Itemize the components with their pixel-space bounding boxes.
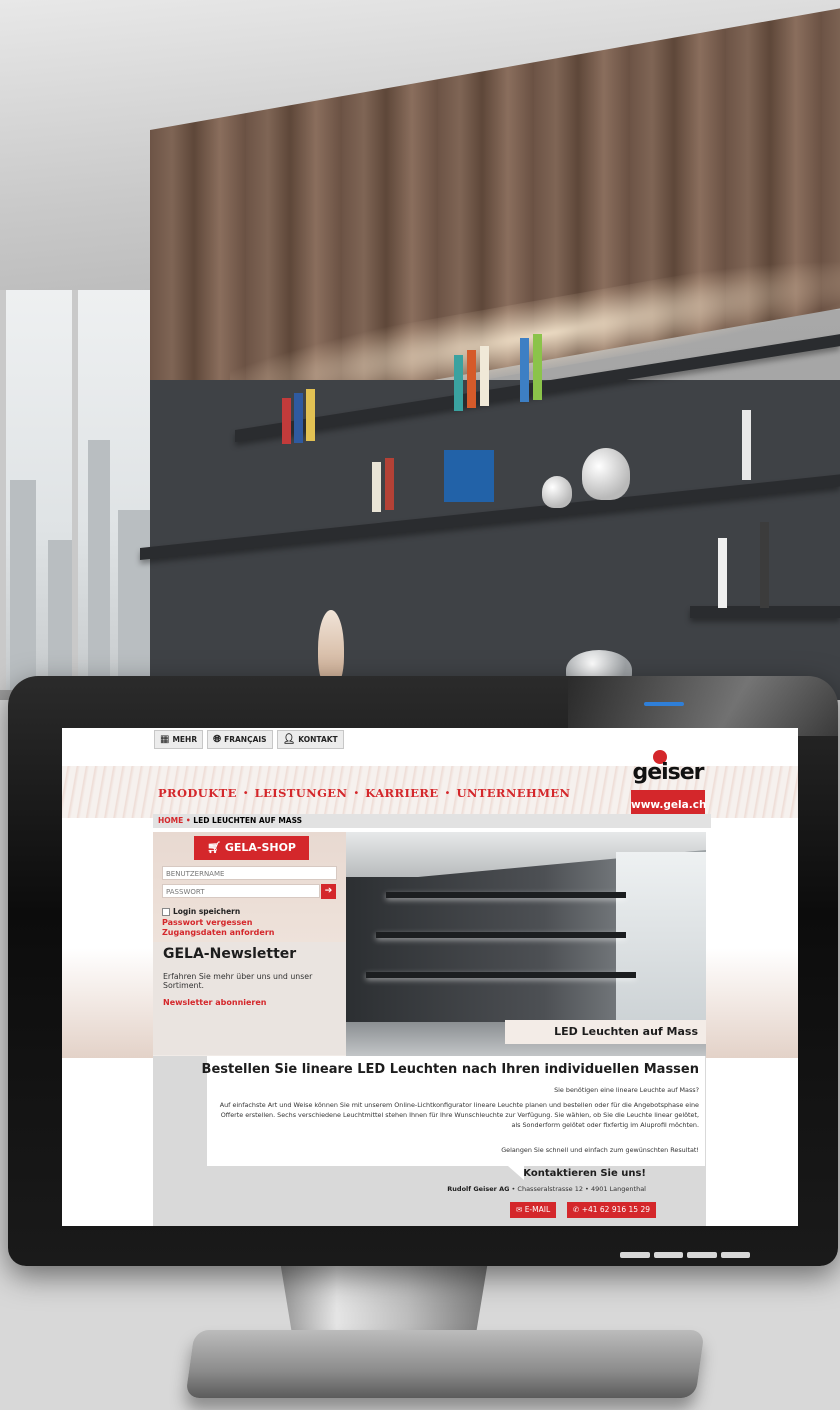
nav-item-karriere[interactable]: KARRIERE [365, 786, 438, 800]
shop-button-label: GELA-SHOP [224, 841, 296, 854]
vase [582, 448, 630, 500]
contact-address: Rudolf Geiser AG • Chasseralstrasse 12 •… [447, 1185, 646, 1193]
background-room-scene [0, 0, 840, 700]
password-input[interactable]: PASSWORT [162, 884, 320, 898]
main-navigation: PRODUKTE • LEISTUNGEN • KARRIERE • UNTER… [158, 786, 570, 800]
breadcrumb: HOME • LED LEUCHTEN AUF MASS [153, 814, 711, 828]
article-question: Sie benötigen eine lineare Leuchte auf M… [554, 1086, 699, 1094]
bezel-reflection [568, 676, 838, 736]
book [760, 522, 769, 608]
book [444, 450, 494, 502]
mail-icon: ✉ [516, 1205, 523, 1214]
logo-wordmark: geiser [632, 760, 704, 785]
nav-item-produkte[interactable]: PRODUKTE [158, 786, 237, 800]
nav-separator: • [353, 787, 360, 799]
cart-icon: 🛒︎ [207, 841, 221, 854]
phone-button[interactable]: ✆ +41 62 916 15 29 [567, 1202, 656, 1218]
book [372, 462, 381, 512]
book [306, 389, 315, 441]
article-body: Auf einfachste Art und Weise können Sie … [219, 1101, 699, 1129]
article-closing: Gelangen Sie schnell und einfach zum gew… [501, 1146, 699, 1154]
more-label: MEHR [172, 735, 198, 744]
request-credentials-link[interactable]: Zugangsdaten anfordern [162, 928, 274, 937]
username-input[interactable]: BENUTZERNAME [162, 866, 337, 880]
utility-bar: ▦ MEHR 🌐︎ FRANÇAIS 👤︎ KONTAKT [154, 730, 344, 749]
newsletter-text: Erfahren Sie mehr über uns und unser Sor… [163, 972, 313, 990]
book [742, 410, 751, 480]
contact-button[interactable]: 👤︎ KONTAKT [276, 730, 344, 749]
email-label: E-MAIL [524, 1205, 551, 1214]
newsletter-subscribe-link[interactable]: Newsletter abonnieren [163, 998, 267, 1007]
forgot-password-link[interactable]: Passwort vergessen [162, 918, 252, 927]
book [282, 398, 291, 444]
screen-website: ▦ MEHR 🌐︎ FRANÇAIS 👤︎ KONTAKT PRODUKTE •… [62, 728, 798, 1226]
remember-checkbox[interactable] [162, 907, 170, 916]
breadcrumb-separator: • [185, 816, 191, 825]
nav-item-leistungen[interactable]: LEISTUNGEN [255, 786, 348, 800]
phone-icon: ✆ [573, 1205, 580, 1214]
window-city-view [0, 290, 160, 690]
login-submit-button[interactable]: ➔ [321, 884, 336, 899]
breadcrumb-current: LED LEUCHTEN AUF MASS [193, 816, 303, 825]
book [294, 393, 303, 443]
nav-separator: • [242, 787, 249, 799]
phone-label: +41 62 916 15 29 [581, 1205, 650, 1214]
book [718, 538, 727, 608]
nav-separator: • [444, 787, 451, 799]
newsletter-box: GELA-Newsletter Erfahren Sie mehr über u… [153, 942, 346, 1055]
language-button[interactable]: 🌐︎ FRANÇAIS [207, 730, 273, 749]
grid-icon: ▦ [160, 734, 170, 745]
article-title: Bestellen Sie lineare LED Leuchten nach … [201, 1062, 699, 1077]
book [520, 338, 529, 402]
newsletter-title: GELA-Newsletter [163, 946, 297, 962]
contact-title: Kontaktieren Sie uns! [523, 1168, 646, 1179]
company-name: Rudolf Geiser AG [447, 1185, 510, 1193]
vase [542, 476, 572, 508]
power-led [644, 702, 684, 706]
address-text: • Chasseralstrasse 12 • 4901 Langenthal [511, 1185, 646, 1193]
monitor-buttons[interactable] [620, 1252, 750, 1258]
remember-login[interactable]: Login speichern [162, 907, 240, 916]
book [385, 458, 394, 510]
monitor-stand-base [185, 1330, 705, 1398]
more-button[interactable]: ▦ MEHR [154, 730, 204, 749]
shop-button[interactable]: 🛒︎ GELA-SHOP [194, 836, 309, 860]
speech-bubble-tail [508, 1166, 524, 1180]
hero-caption: LED Leuchten auf Mass [505, 1020, 706, 1044]
book [467, 350, 476, 408]
breadcrumb-home[interactable]: HOME [158, 816, 183, 825]
nav-item-unternehmen[interactable]: UNTERNEHMEN [456, 786, 570, 800]
email-button[interactable]: ✉ E-MAIL [510, 1202, 557, 1218]
contact-label: KONTAKT [298, 735, 338, 744]
book [480, 346, 489, 406]
article-card: Bestellen Sie lineare LED Leuchten nach … [202, 1056, 705, 1166]
person-icon: 👤︎ [282, 734, 296, 745]
globe-icon: 🌐︎ [213, 734, 222, 745]
language-label: FRANÇAIS [224, 735, 267, 744]
book [454, 355, 463, 411]
logo[interactable]: geiser www.gela.ch [631, 750, 706, 822]
remember-label: Login speichern [173, 907, 241, 916]
login-arrow-icon: ➔ [324, 886, 333, 896]
book [533, 334, 542, 400]
